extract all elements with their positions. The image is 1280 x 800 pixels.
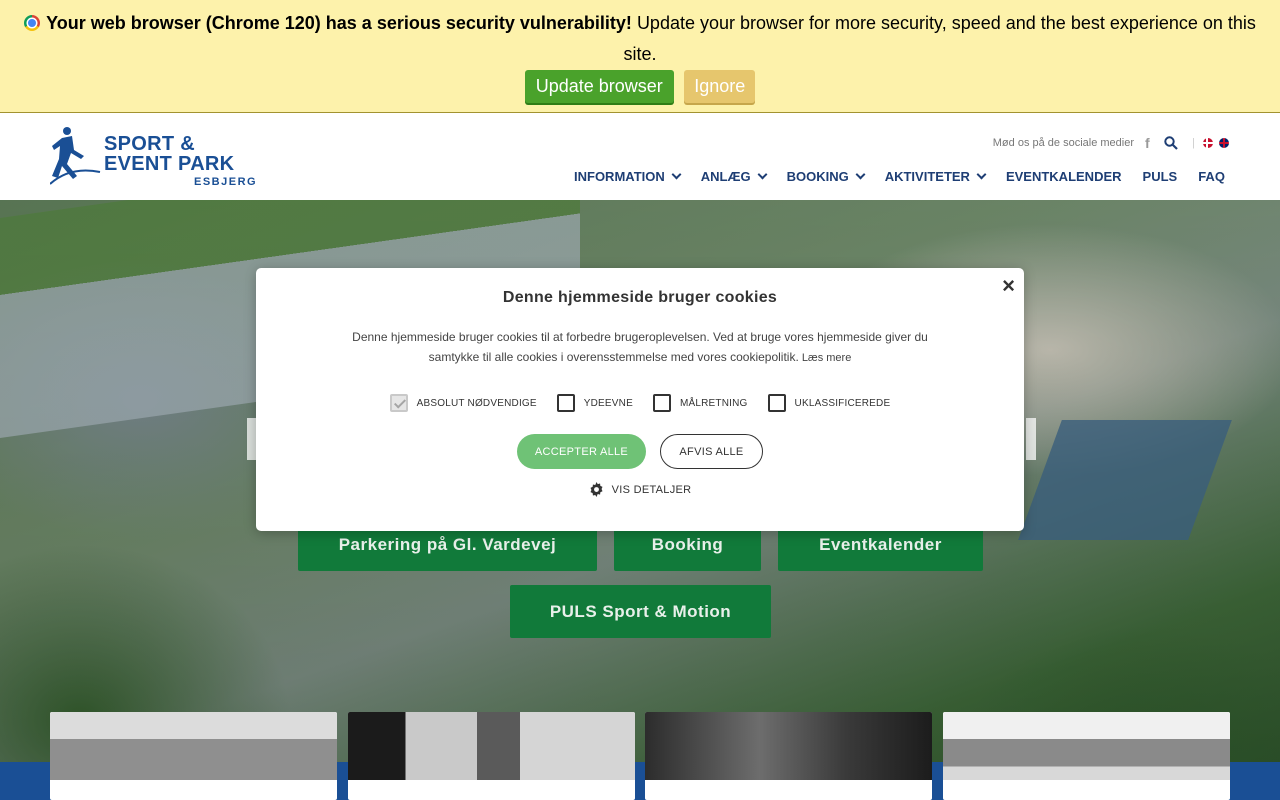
browser-update-text: Update your browser for more security, s… — [623, 13, 1256, 64]
browser-update-message: Your web browser (Chrome 120) has a seri… — [0, 0, 1280, 70]
nav-booking[interactable]: BOOKING — [786, 169, 866, 184]
main-nav: INFORMATION ANLÆG BOOKING AKTIVITETER EV… — [574, 169, 1225, 184]
necessary-checkbox[interactable] — [389, 394, 408, 412]
performance-label: YDEEVNE — [583, 397, 633, 409]
danish-flag-icon[interactable] — [1203, 138, 1213, 148]
feature-card[interactable] — [50, 712, 337, 800]
chevron-down-icon — [855, 169, 866, 180]
category-targeting[interactable]: MÅLRETNING — [652, 394, 748, 412]
nav-anlaeg[interactable]: ANLÆG — [700, 169, 768, 184]
ignore-button[interactable]: Ignore — [684, 70, 756, 103]
reject-all-button[interactable]: AFVIS ALLE — [660, 434, 763, 469]
nav-aktiviteter[interactable]: AKTIVITETER — [884, 169, 987, 184]
nav-information-label: INFORMATION — [574, 169, 665, 184]
cookie-dialog: × Denne hjemmeside bruger cookies Denne … — [256, 268, 1024, 531]
nav-puls-label: PULS — [1142, 169, 1178, 184]
browser-update-headline: Your web browser (Chrome 120) has a seri… — [46, 13, 632, 33]
nav-anlaeg-label: ANLÆG — [700, 169, 751, 184]
feature-card[interactable] — [645, 712, 932, 800]
category-necessary[interactable]: ABSOLUT NØDVENDIGE — [389, 394, 537, 412]
nav-faq-label: FAQ — [1198, 169, 1225, 184]
targeting-checkbox[interactable] — [652, 394, 671, 412]
targeting-label: MÅLRETNING — [679, 397, 748, 409]
feature-card[interactable] — [943, 712, 1230, 800]
gear-icon — [590, 482, 603, 497]
show-details-label: VIS DETALJER — [611, 483, 692, 496]
category-unclassified[interactable]: UKLASSIFICEREDE — [767, 394, 891, 412]
show-details-toggle[interactable]: VIS DETALJER — [256, 482, 1024, 497]
necessary-label: ABSOLUT NØDVENDIGE — [416, 397, 537, 409]
category-performance[interactable]: YDEEVNE — [556, 394, 633, 412]
card-photo — [348, 712, 635, 780]
chevron-down-icon — [976, 169, 987, 180]
chrome-icon — [24, 15, 41, 31]
card-photo — [645, 712, 932, 780]
social-text: Mød os på de sociale medier — [992, 137, 1134, 149]
feature-card[interactable] — [348, 712, 635, 800]
court-photo-area — [1018, 420, 1232, 540]
logo-text: SPORT & EVENT PARK — [104, 134, 234, 174]
runner-logo-icon — [50, 127, 101, 185]
cookie-title: Denne hjemmeside bruger cookies — [502, 289, 778, 306]
header-separator: | — [1192, 137, 1195, 149]
search-icon[interactable] — [1164, 136, 1178, 150]
card-photo — [943, 712, 1230, 780]
nav-faq[interactable]: FAQ — [1198, 169, 1225, 184]
accept-all-button[interactable]: ACCEPTER ALLE — [517, 434, 646, 469]
facebook-icon[interactable]: f — [1145, 135, 1150, 151]
hero-heading-edge-right — [1026, 418, 1036, 460]
card-photo — [50, 712, 337, 780]
cookie-categories: ABSOLUT NØDVENDIGE YDEEVNE MÅLRETNING UK… — [256, 394, 1024, 412]
logo-subtitle: ESBJERG — [194, 176, 258, 188]
nav-eventkalender[interactable]: EVENTKALENDER — [1006, 169, 1122, 184]
logo-line-1: SPORT & — [104, 133, 195, 155]
read-more-link[interactable]: Læs mere — [802, 352, 852, 364]
close-icon[interactable]: × — [1002, 273, 1015, 299]
nav-eventkalender-label: EVENTKALENDER — [1005, 169, 1122, 184]
unclassified-label: UKLASSIFICEREDE — [794, 397, 891, 409]
english-flag-icon[interactable] — [1219, 138, 1229, 148]
cookie-body: Denne hjemmeside bruger cookies til at f… — [340, 327, 940, 368]
site-logo[interactable]: SPORT & EVENT PARK ESBJERG — [50, 126, 265, 188]
nav-information[interactable]: INFORMATION — [574, 169, 682, 184]
nav-booking-label: BOOKING — [786, 169, 849, 184]
puls-button[interactable]: PULS Sport & Motion — [510, 585, 771, 638]
update-browser-button[interactable]: Update browser — [524, 70, 674, 103]
chevron-down-icon — [757, 169, 768, 180]
site-header: SPORT & EVENT PARK ESBJERG Mød os på de … — [0, 113, 1280, 200]
nav-aktiviteter-label: AKTIVITETER — [884, 169, 970, 184]
logo-line-2: EVENT PARK — [104, 153, 235, 175]
chevron-down-icon — [671, 169, 682, 180]
performance-checkbox[interactable] — [556, 394, 575, 412]
browser-update-bar: Your web browser (Chrome 120) has a seri… — [0, 0, 1280, 113]
nav-puls[interactable]: PULS — [1143, 169, 1178, 184]
unclassified-checkbox[interactable] — [767, 394, 786, 412]
